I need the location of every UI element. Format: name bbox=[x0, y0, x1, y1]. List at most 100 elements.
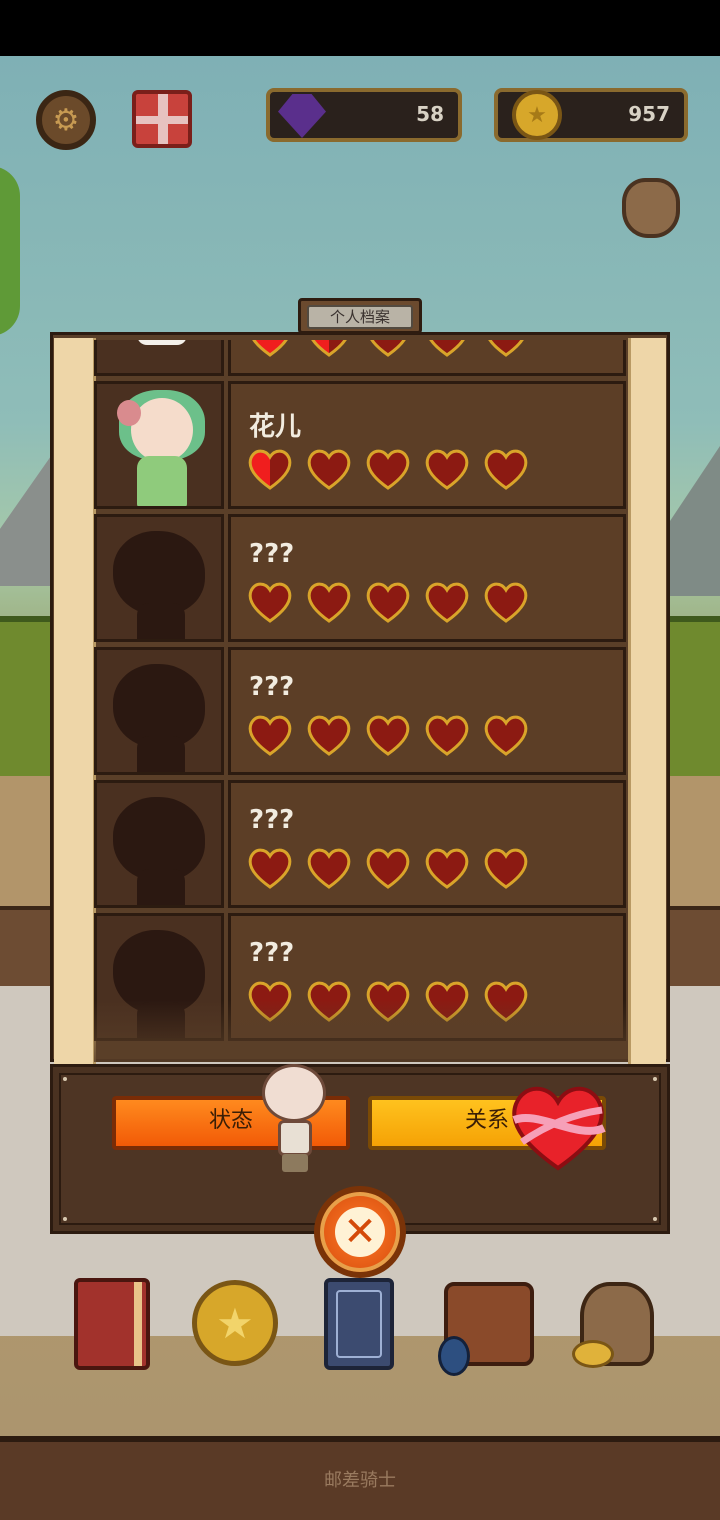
character-row[interactable]: ??? bbox=[94, 780, 628, 913]
heart-empty-icon bbox=[483, 340, 529, 357]
gem-pouch-icon[interactable] bbox=[622, 178, 680, 238]
heart-empty-icon bbox=[247, 581, 293, 623]
game-watermark: 邮差骑士 bbox=[324, 1470, 396, 1491]
affection-hearts bbox=[247, 448, 529, 490]
gold-count: 957 bbox=[628, 102, 670, 126]
heart-full-icon bbox=[247, 340, 293, 357]
heart-empty-icon bbox=[365, 980, 411, 1022]
player-legs bbox=[282, 1154, 308, 1172]
character-name: ??? bbox=[249, 672, 295, 702]
face bbox=[131, 398, 193, 462]
gold-counter: ★ 957 bbox=[494, 88, 688, 142]
heart-empty-icon bbox=[424, 980, 470, 1022]
heart-empty-icon bbox=[365, 847, 411, 889]
heart-empty-icon bbox=[306, 714, 352, 756]
ribbon-heart-icon bbox=[512, 1086, 606, 1171]
heart-empty-icon bbox=[365, 448, 411, 490]
character-info: ??? bbox=[228, 514, 626, 642]
character-info: ??? bbox=[228, 780, 626, 908]
heart-empty-icon bbox=[483, 581, 529, 623]
book-icon[interactable] bbox=[68, 1270, 164, 1374]
heart-empty-icon bbox=[306, 581, 352, 623]
character-list[interactable]: 花儿???????????? bbox=[94, 340, 628, 1062]
gold-coin-icon: ★ bbox=[512, 90, 562, 140]
heart-empty-icon bbox=[424, 340, 470, 357]
affection-hearts bbox=[247, 714, 529, 756]
settings-gear-icon[interactable]: ⚙ bbox=[36, 90, 96, 150]
character-row[interactable] bbox=[94, 340, 628, 381]
silhouette-body bbox=[137, 1002, 185, 1038]
scroll-edge-right bbox=[628, 338, 666, 1068]
heart-empty-icon bbox=[247, 714, 293, 756]
locked-character-portrait bbox=[94, 913, 224, 1041]
heart-empty-icon bbox=[424, 714, 470, 756]
bag-icon[interactable] bbox=[436, 1270, 534, 1376]
character-name: ??? bbox=[249, 539, 295, 569]
character-row[interactable]: ??? bbox=[94, 514, 628, 647]
gem-icon bbox=[278, 94, 326, 138]
heart-empty-icon bbox=[483, 980, 529, 1022]
heart-empty-icon bbox=[306, 847, 352, 889]
player-character bbox=[258, 1064, 332, 1174]
heart-empty-icon bbox=[483, 448, 529, 490]
close-icon: ✕ bbox=[335, 1207, 385, 1257]
gift-box-icon[interactable] bbox=[132, 90, 192, 148]
heart-half-icon bbox=[306, 340, 352, 357]
character-name: 花儿 bbox=[249, 412, 302, 442]
bottom-dock: ★ bbox=[0, 1270, 720, 1390]
character-info: ??? bbox=[228, 647, 626, 775]
rivet bbox=[63, 1217, 67, 1221]
heart-empty-icon bbox=[365, 581, 411, 623]
character-info: 花儿 bbox=[228, 381, 626, 509]
heart-empty-icon bbox=[306, 980, 352, 1022]
silhouette-body bbox=[137, 736, 185, 772]
profile-tab-title: 个人档案 bbox=[307, 305, 413, 329]
locked-character-portrait bbox=[94, 647, 224, 775]
rivet bbox=[653, 1077, 657, 1081]
heart-empty-icon bbox=[306, 448, 352, 490]
rivet bbox=[653, 1217, 657, 1221]
locked-character-portrait bbox=[94, 514, 224, 642]
affection-hearts bbox=[247, 340, 529, 357]
body bbox=[137, 456, 187, 506]
gem-counter: 58 bbox=[266, 88, 462, 142]
card-icon[interactable] bbox=[316, 1270, 412, 1374]
affection-hearts bbox=[247, 581, 529, 623]
player-head bbox=[262, 1064, 326, 1122]
character-list-content: 花儿???????????? bbox=[94, 340, 628, 1046]
rivet bbox=[63, 1077, 67, 1081]
heart-empty-icon bbox=[483, 714, 529, 756]
locked-character-portrait bbox=[94, 780, 224, 908]
loot-icon[interactable] bbox=[566, 1270, 662, 1374]
silhouette-body bbox=[137, 603, 185, 639]
character-row[interactable]: ??? bbox=[94, 913, 628, 1046]
character-info bbox=[228, 340, 626, 376]
heart-empty-icon bbox=[247, 980, 293, 1022]
status-bar bbox=[0, 0, 720, 56]
heart-empty-icon bbox=[424, 448, 470, 490]
profile-tab: 个人档案 bbox=[298, 298, 422, 334]
silhouette-body bbox=[137, 869, 185, 905]
hair-bow bbox=[117, 400, 141, 426]
coin-icon[interactable]: ★ bbox=[188, 1270, 284, 1374]
character-info: ??? bbox=[228, 913, 626, 1041]
character-name: ??? bbox=[249, 805, 295, 835]
scroll-edge-left bbox=[54, 338, 96, 1068]
body bbox=[137, 340, 187, 345]
character-row[interactable]: ??? bbox=[94, 647, 628, 780]
affection-hearts bbox=[247, 847, 529, 889]
heart-empty-icon bbox=[424, 847, 470, 889]
character-portrait bbox=[94, 340, 224, 376]
gem-count: 58 bbox=[416, 102, 444, 126]
player-body bbox=[278, 1120, 312, 1156]
character-name: ??? bbox=[249, 938, 295, 968]
heart-empty-icon bbox=[424, 581, 470, 623]
heart-half-icon bbox=[247, 448, 293, 490]
affection-hearts bbox=[247, 980, 529, 1022]
character-portrait bbox=[94, 381, 224, 509]
heart-empty-icon bbox=[247, 847, 293, 889]
tree bbox=[0, 166, 20, 336]
heart-empty-icon bbox=[365, 714, 411, 756]
character-row[interactable]: 花儿 bbox=[94, 381, 628, 514]
close-button[interactable]: ✕ bbox=[314, 1186, 406, 1278]
